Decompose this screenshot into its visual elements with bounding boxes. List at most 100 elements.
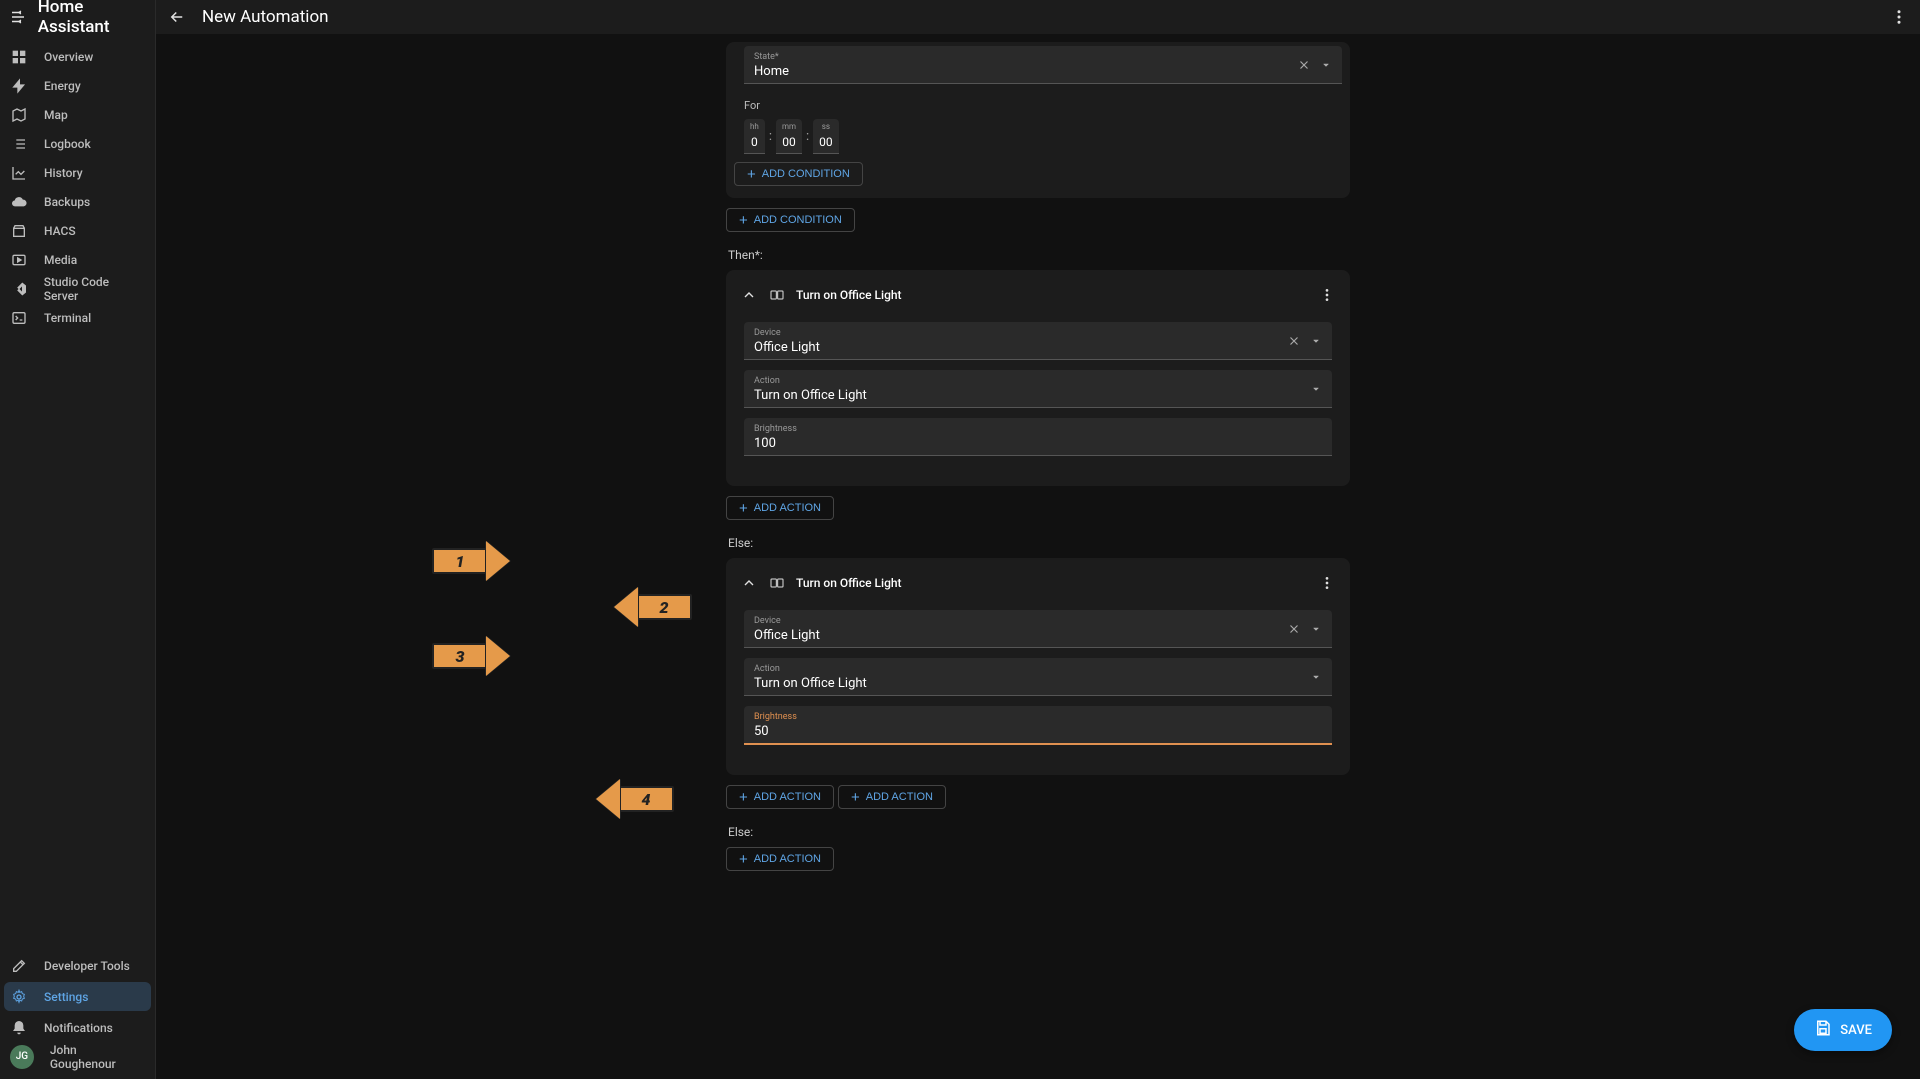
main-content: State* Home For hh0 : mm00 : ss00 xyxy=(156,34,1920,1079)
dropdown-icon[interactable] xyxy=(1308,669,1324,685)
sidebar-item-label: Map xyxy=(44,108,68,122)
add-action-else-button[interactable]: +ADD ACTION xyxy=(838,785,946,809)
add-condition-button[interactable]: +ADD CONDITION xyxy=(726,208,855,232)
menu-icon[interactable] xyxy=(8,6,28,28)
action-header: Turn on Office Light xyxy=(734,282,1342,314)
chevron-up-icon[interactable] xyxy=(740,286,758,304)
add-action-then-button[interactable]: +ADD ACTION xyxy=(726,496,834,520)
input-value: Home xyxy=(754,64,1332,79)
bolt-icon xyxy=(10,77,28,95)
sidebar-item-label: Studio Code Server xyxy=(44,275,145,303)
sidebar-item-label: History xyxy=(44,166,83,180)
sidebar-item-label: Backups xyxy=(44,195,90,209)
clear-icon[interactable] xyxy=(1296,57,1312,73)
action-title: Turn on Office Light xyxy=(796,576,902,590)
sidebar-item-studio[interactable]: Studio Code Server xyxy=(0,274,155,303)
for-duration: hh0 : mm00 : ss00 xyxy=(744,119,1342,154)
dropdown-icon[interactable] xyxy=(1308,333,1324,349)
sidebar-item-terminal[interactable]: Terminal xyxy=(0,303,155,332)
action-title: Turn on Office Light xyxy=(796,288,902,302)
play-icon xyxy=(10,251,28,269)
sidebar-item-devtools[interactable]: Developer Tools xyxy=(0,951,155,980)
page-title: New Automation xyxy=(202,7,329,27)
sidebar-item-label: HACS xyxy=(44,224,76,238)
hours-input[interactable]: hh0 xyxy=(744,119,765,154)
dropdown-icon[interactable] xyxy=(1308,621,1324,637)
save-icon xyxy=(1814,1019,1832,1041)
sidebar-item-label: Overview xyxy=(44,50,93,64)
brightness-input[interactable]: Brightness 100 xyxy=(744,418,1332,456)
back-icon[interactable] xyxy=(168,8,186,26)
sidebar-item-label: Notifications xyxy=(44,1021,113,1035)
condition-card: State* Home For hh0 : mm00 : ss00 xyxy=(726,42,1350,198)
plus-icon: + xyxy=(739,854,748,865)
sidebar-item-map[interactable]: Map xyxy=(0,100,155,129)
add-action-else-inner-button[interactable]: +ADD ACTION xyxy=(726,785,834,809)
then-label: Then*: xyxy=(728,248,1350,262)
seconds-input[interactable]: ss00 xyxy=(813,119,839,154)
sidebar-item-history[interactable]: History xyxy=(0,158,155,187)
brightness-input[interactable]: Brightness 50 xyxy=(744,706,1332,745)
sidebar-nav: Overview Energy Map Logbook History Back… xyxy=(0,34,155,951)
sidebar-item-label: Energy xyxy=(44,79,81,93)
add-condition-inner-button[interactable]: +ADD CONDITION xyxy=(734,162,863,186)
action-header: Turn on Office Light xyxy=(734,570,1342,602)
top-bar: New Automation xyxy=(156,0,1920,34)
sidebar-item-settings[interactable]: Settings xyxy=(4,982,151,1011)
sidebar-item-label: Terminal xyxy=(44,311,91,325)
clear-icon[interactable] xyxy=(1286,621,1302,637)
plus-icon: + xyxy=(739,792,748,803)
sidebar-item-user[interactable]: JG John Goughenour xyxy=(0,1042,155,1071)
device-icon xyxy=(768,286,786,304)
more-icon[interactable] xyxy=(1318,574,1336,592)
sidebar-item-notifications[interactable]: Notifications xyxy=(0,1013,155,1042)
sidebar-item-overview[interactable]: Overview xyxy=(0,42,155,71)
save-label: SAVE xyxy=(1840,1023,1872,1038)
dropdown-icon[interactable] xyxy=(1318,57,1334,73)
sidebar-item-label: Developer Tools xyxy=(44,959,130,973)
device-select[interactable]: Device Office Light xyxy=(744,322,1332,360)
overflow-menu-icon[interactable] xyxy=(1890,8,1908,26)
device-select[interactable]: Device Office Light xyxy=(744,610,1332,648)
dropdown-icon[interactable] xyxy=(1308,381,1324,397)
sidebar-item-label: John Goughenour xyxy=(50,1043,145,1071)
map-icon xyxy=(10,106,28,124)
code-icon xyxy=(10,280,28,298)
plus-icon: + xyxy=(851,792,860,803)
terminal-icon xyxy=(10,309,28,327)
action-select[interactable]: Action Turn on Office Light xyxy=(744,370,1332,408)
sidebar-bottom: Developer Tools Settings Notifications J… xyxy=(0,951,155,1079)
for-label: For xyxy=(744,99,760,112)
bell-icon xyxy=(10,1019,28,1037)
cloud-icon xyxy=(10,193,28,211)
chart-icon xyxy=(10,164,28,182)
automation-editor: State* Home For hh0 : mm00 : ss00 xyxy=(718,34,1358,911)
store-icon xyxy=(10,222,28,240)
sidebar: Home Assistant Overview Energy Map Logbo… xyxy=(0,0,156,1079)
plus-icon: + xyxy=(747,169,756,180)
save-button[interactable]: SAVE xyxy=(1794,1009,1892,1051)
else-outer-label: Else: xyxy=(728,825,1350,839)
more-icon[interactable] xyxy=(1318,286,1336,304)
app-title: Home Assistant xyxy=(38,0,147,37)
then-action-card: Turn on Office Light Device Office Light… xyxy=(726,270,1350,486)
clear-icon[interactable] xyxy=(1286,333,1302,349)
device-icon xyxy=(768,574,786,592)
sidebar-header: Home Assistant xyxy=(0,0,155,34)
avatar: JG xyxy=(10,1045,34,1069)
hammer-icon xyxy=(10,957,28,975)
sidebar-item-logbook[interactable]: Logbook xyxy=(0,129,155,158)
sidebar-item-label: Logbook xyxy=(44,137,91,151)
list-icon xyxy=(10,135,28,153)
state-input[interactable]: State* Home xyxy=(744,46,1342,84)
input-label: State* xyxy=(754,52,1332,62)
sidebar-item-energy[interactable]: Energy xyxy=(0,71,155,100)
sidebar-item-hacs[interactable]: HACS xyxy=(0,216,155,245)
minutes-input[interactable]: mm00 xyxy=(776,119,802,154)
action-select[interactable]: Action Turn on Office Light xyxy=(744,658,1332,696)
chevron-up-icon[interactable] xyxy=(740,574,758,592)
sidebar-item-media[interactable]: Media xyxy=(0,245,155,274)
sidebar-item-label: Settings xyxy=(44,990,88,1004)
sidebar-item-backups[interactable]: Backups xyxy=(0,187,155,216)
add-action-outer-button[interactable]: +ADD ACTION xyxy=(726,847,834,871)
